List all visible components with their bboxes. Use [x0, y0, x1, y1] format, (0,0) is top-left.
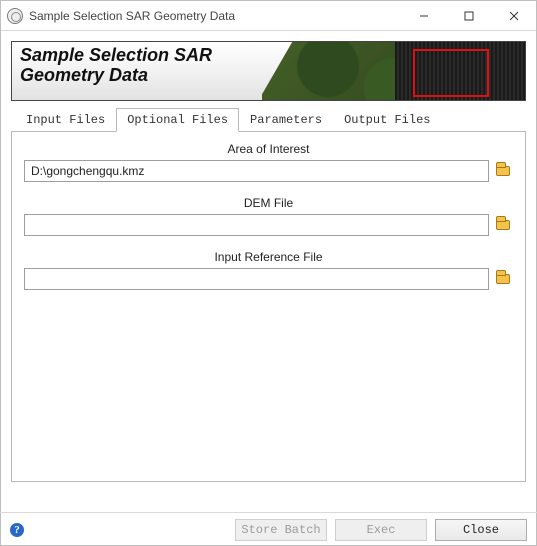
banner-title: Sample Selection SAR Geometry Data [20, 46, 212, 86]
aoi-label: Area of Interest [24, 142, 513, 156]
store-batch-button[interactable]: Store Batch [235, 519, 327, 541]
tab-content: Area of Interest DEM File Input Referenc… [11, 132, 526, 482]
close-window-button[interactable] [491, 1, 536, 30]
aoi-row [24, 160, 513, 182]
ref-row [24, 268, 513, 290]
exec-button[interactable]: Exec [335, 519, 427, 541]
field-dem-file: DEM File [24, 196, 513, 236]
minimize-button[interactable] [401, 1, 446, 30]
ref-browse-button[interactable] [495, 270, 513, 288]
window-controls [401, 1, 536, 30]
field-input-reference: Input Reference File [24, 250, 513, 290]
tab-optional-files[interactable]: Optional Files [116, 108, 239, 132]
tab-input-files[interactable]: Input Files [15, 108, 116, 132]
folder-icon [496, 274, 510, 284]
dem-input[interactable] [24, 214, 489, 236]
aoi-input[interactable] [24, 160, 489, 182]
ref-label: Input Reference File [24, 250, 513, 264]
folder-icon [496, 220, 510, 230]
close-button[interactable]: Close [435, 519, 527, 541]
aoi-browse-button[interactable] [495, 162, 513, 180]
banner: Sample Selection SAR Geometry Data [11, 41, 526, 101]
help-icon[interactable]: ? [10, 523, 24, 537]
window-title: Sample Selection SAR Geometry Data [29, 9, 401, 23]
tab-row: Input Files Optional Files Parameters Ou… [11, 107, 526, 132]
dem-label: DEM File [24, 196, 513, 210]
field-area-of-interest: Area of Interest [24, 142, 513, 182]
dem-row [24, 214, 513, 236]
ref-input[interactable] [24, 268, 489, 290]
footer: ? Store Batch Exec Close [0, 512, 537, 546]
maximize-button[interactable] [446, 1, 491, 30]
banner-image-sar [395, 42, 525, 100]
folder-icon [496, 166, 510, 176]
titlebar: Sample Selection SAR Geometry Data [1, 1, 536, 31]
dem-browse-button[interactable] [495, 216, 513, 234]
app-icon [7, 8, 23, 24]
tab-output-files[interactable]: Output Files [333, 108, 441, 132]
tab-parameters[interactable]: Parameters [239, 108, 333, 132]
